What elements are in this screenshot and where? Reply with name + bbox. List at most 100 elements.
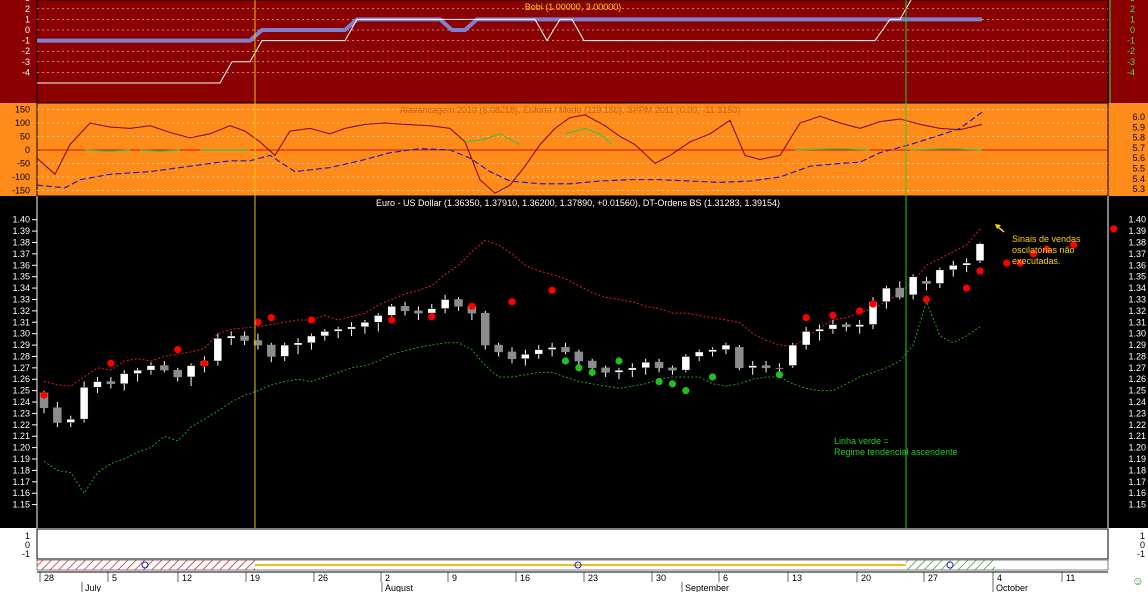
- candle-body: [775, 367, 784, 370]
- candle-body: [146, 365, 156, 371]
- alavancagem-indicator-panel[interactable]: 150 100 50 0 -50 -100 -150 6.0 5.9 5.8 5.7 5.6 5.5 5.…: [0, 103, 1148, 196]
- buy-signal-dot: [775, 371, 784, 379]
- candle-body: [628, 367, 637, 371]
- price-tick-label: 1.39: [12, 226, 30, 236]
- price-title: Euro - US Dollar (1.36350, 1.37910, 1.36…: [375, 198, 781, 208]
- price-right-tick-label: 1.17: [1128, 477, 1146, 487]
- alav-right-tick-label: 5.9: [1132, 122, 1145, 132]
- small-indicator-panel[interactable]: 1 1 0 0 -1 -1: [0, 528, 1148, 560]
- day-label: 5: [112, 573, 117, 583]
- bobi-right-tick-label: -1: [1127, 36, 1135, 46]
- sell-signal-dot: [856, 307, 864, 315]
- price-right-tick-label: 1.37: [1128, 249, 1146, 259]
- candle-body: [133, 369, 142, 374]
- candle-body: [347, 326, 356, 330]
- sell-signal-dot: [200, 359, 209, 367]
- sell-signal-dot: [468, 302, 476, 310]
- buy-signal-dot: [668, 380, 677, 388]
- alav-tick-label: -50: [17, 159, 30, 169]
- sell-signal-dot: [428, 312, 436, 321]
- price-right-tick-label: 1.31: [1128, 317, 1146, 327]
- bobi-right-tick-label: 1: [1130, 14, 1135, 24]
- price-tick-label: 1.27: [12, 363, 30, 373]
- day-label: 27: [928, 573, 938, 583]
- small-indicator-chart: 1 10 0-1 -1: [22, 528, 1145, 560]
- alav-tick-label: 150: [15, 105, 30, 115]
- price-right-tick-label: 1.20: [1128, 443, 1146, 453]
- candle-body: [280, 344, 289, 357]
- day-label: 28: [44, 573, 54, 583]
- candle-body: [561, 347, 570, 353]
- price-tick-label: 1.38: [12, 237, 30, 247]
- green-line-annotation: Linha verde = Regime tendencial ascenden…: [834, 436, 958, 457]
- candle-body: [735, 347, 744, 369]
- candle-body: [641, 361, 650, 369]
- price-right-tick-label: 1.30: [1128, 329, 1146, 339]
- lower-band-line: [43, 300, 981, 495]
- candle-body: [360, 322, 370, 328]
- price-tick-label: 1.30: [12, 329, 30, 339]
- small-frame: [36, 528, 1109, 560]
- alav-tick-label: -150: [12, 186, 30, 196]
- price-right-tick-label: 1.19: [1128, 454, 1146, 464]
- day-label: 30: [656, 573, 666, 583]
- day-label: 9: [452, 573, 457, 583]
- candle-body: [160, 365, 169, 371]
- bobi-right-tick-label: -2: [1127, 46, 1135, 56]
- candle-body: [935, 269, 945, 284]
- price-right-tick-label: 1.35: [1128, 272, 1146, 282]
- bobi-tick-label: 3: [25, 0, 30, 3]
- alav-green-segment: [464, 133, 521, 146]
- price-right-tick-label: 1.22: [1128, 420, 1146, 430]
- candle-body: [186, 365, 196, 378]
- candle-body: [427, 308, 437, 314]
- candle-body: [320, 331, 330, 337]
- candle-body: [828, 324, 838, 330]
- alav-right-tick-label: 6.0: [1132, 112, 1145, 122]
- price-right-tick-label: 1.38: [1128, 237, 1146, 247]
- month-label: October: [996, 583, 1028, 592]
- price-tick-label: 1.17: [12, 477, 30, 487]
- candle-body: [106, 381, 116, 385]
- candle-body: [761, 365, 771, 369]
- day-label: 20: [861, 573, 871, 583]
- price-tick-label: 1.33: [12, 294, 30, 304]
- sell-signal-annotation: Sinais de vendas oscilatórias não execut…: [1012, 234, 1081, 266]
- candle-body: [507, 351, 517, 359]
- candle-body: [400, 306, 410, 312]
- smiley-icon[interactable]: ☺: [1132, 574, 1144, 588]
- candle-body: [574, 351, 584, 362]
- price-right-tick-label: 1.26: [1128, 374, 1146, 384]
- price-chart-panel[interactable]: 1.40 1.40 1.39 1.39 1.38 1.38 1.37 1.37 1.36 1.36…: [0, 196, 1148, 528]
- price-tick-label: 1.40: [12, 215, 30, 225]
- candle-body: [66, 418, 75, 423]
- price-tick-label: 1.22: [12, 420, 30, 430]
- bobi-right-tick-label: 2: [1130, 4, 1135, 14]
- day-label: 6: [723, 573, 728, 583]
- sell-signal-dot: [40, 391, 48, 399]
- candle-body: [240, 335, 249, 341]
- bobi-indicator-panel[interactable]: 33221100-1-1-2-2-3-3-4-4 Bobi (1.00000, …: [0, 0, 1148, 103]
- buy-signal-dot: [708, 373, 717, 381]
- candle-body: [481, 312, 490, 346]
- price-right-tick-label: 1.21: [1128, 431, 1146, 441]
- price-right-tick-label: 1.33: [1128, 294, 1146, 304]
- alavancagem-chart: 150100500-50-100-1506.05.95.85.75.65.55.…: [12, 103, 1145, 196]
- candle-body: [440, 299, 450, 309]
- candle-body: [547, 347, 557, 350]
- alav-tick-label: 50: [20, 132, 30, 142]
- candle-body: [681, 356, 691, 371]
- bobi-tick-label: -2: [22, 46, 30, 56]
- price-tick-label: 1.36: [12, 260, 30, 270]
- sell-signal-dot: [307, 316, 316, 324]
- sell-signal-dot: [174, 346, 182, 354]
- sell-signal-dot: [1003, 259, 1011, 267]
- price-tick-label: 1.23: [12, 408, 30, 418]
- bobi-tick-label: 0: [25, 25, 30, 35]
- small-right-tick-label: -1: [1137, 549, 1145, 559]
- price-right-tick-label: 1.40: [1128, 215, 1146, 225]
- price-tick-label: 1.16: [12, 488, 30, 498]
- price-tick-label: 1.25: [12, 386, 30, 396]
- price-right-tick-label: 1.28: [1128, 351, 1146, 361]
- price-tick-label: 1.26: [12, 374, 30, 384]
